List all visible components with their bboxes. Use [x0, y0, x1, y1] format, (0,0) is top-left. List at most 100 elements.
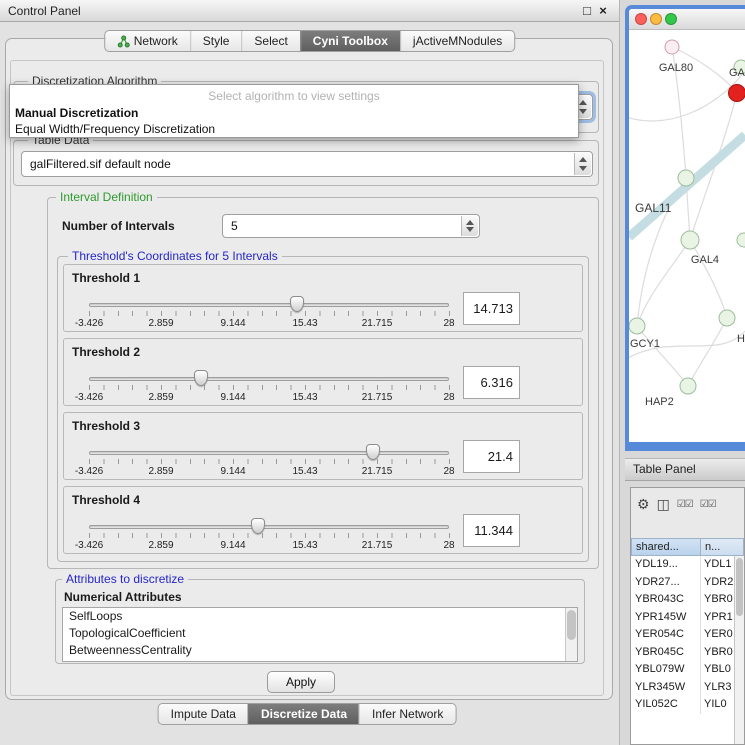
table-row[interactable]: YLR345WYLR3	[631, 679, 744, 697]
threshold-4-panel: Threshold 4 -3.426 2.859 9.144 15.43 21.…	[63, 486, 583, 554]
tab-infer-network[interactable]: Infer Network	[359, 704, 455, 724]
restore-icon[interactable]: □	[579, 3, 595, 18]
tab-jactivemnodules[interactable]: jActiveMNodules	[400, 31, 514, 51]
close-traffic-light-icon[interactable]	[635, 13, 647, 25]
gear-icon[interactable]: ⚙	[637, 495, 650, 513]
table-scrollbar[interactable]	[734, 556, 744, 744]
table-row[interactable]: YBL079WYBL0	[631, 661, 744, 679]
node-gal4[interactable]	[681, 231, 699, 249]
network-window-titlebar[interactable]	[629, 9, 745, 30]
cell[interactable]: YIL052C	[631, 696, 701, 714]
tick-label: -3.426	[75, 318, 103, 329]
tab-discretize-data[interactable]: Discretize Data	[248, 704, 359, 724]
node-gcy1[interactable]	[629, 318, 645, 334]
node-label: HAP2	[645, 396, 674, 408]
combo-stepper[interactable]	[461, 216, 478, 236]
slider-thumb[interactable]	[290, 296, 304, 312]
table-row[interactable]: YDL19...YDL1	[631, 556, 744, 574]
column-header-shared-name[interactable]: shared...	[631, 538, 701, 556]
tab-impute-data[interactable]: Impute Data	[159, 704, 248, 724]
table-row[interactable]: YIL052CYIL0	[631, 696, 744, 714]
cell[interactable]: YBR043C	[631, 591, 701, 609]
list-scrollbar[interactable]	[565, 608, 577, 661]
dropdown-option-equal-width[interactable]: Equal Width/Frequency Discretization	[10, 121, 578, 137]
table-row[interactable]: YDR27...YDR2	[631, 574, 744, 592]
slider-scale: -3.426 2.859 9.144 15.43 21.715 28	[89, 466, 449, 478]
numerical-attributes-list[interactable]: SelfLoops TopologicalCoefficient Between…	[62, 607, 578, 662]
slider-thumb[interactable]	[366, 444, 380, 460]
tab-cyni-toolbox[interactable]: Cyni Toolbox	[300, 31, 400, 51]
list-item[interactable]: SelfLoops	[63, 608, 577, 625]
tab-cyni-toolbox-label: Cyni Toolbox	[313, 31, 388, 51]
table-row[interactable]: YBR043CYBR0	[631, 591, 744, 609]
tick-label: 28	[443, 318, 454, 329]
node-hap2[interactable]	[680, 378, 696, 394]
columns-icon[interactable]: ◫	[657, 495, 670, 513]
minimize-traffic-light-icon[interactable]	[650, 13, 662, 25]
threshold-1-value-field[interactable]: 14.713	[463, 292, 520, 325]
list-item[interactable]: TopologicalCoefficient	[63, 625, 577, 642]
slider-thumb[interactable]	[251, 518, 265, 534]
threshold-3-slider[interactable]: -3.426 2.859 9.144 15.43 21.715 28	[89, 445, 449, 479]
tab-network[interactable]: Network	[105, 31, 190, 51]
network-graph[interactable]: GAL80 GA GAL11 GAL4 GCY1 H HAP2	[629, 31, 745, 442]
tab-discretize-data-label: Discretize Data	[261, 704, 347, 724]
slider-track[interactable]	[89, 377, 449, 381]
cell[interactable]: YBR045C	[631, 644, 701, 662]
tick-label: 9.144	[220, 392, 245, 403]
node-h[interactable]	[719, 310, 735, 326]
tab-style[interactable]: Style	[190, 31, 242, 51]
cell[interactable]: YPR145W	[631, 609, 701, 627]
table-row[interactable]: YBR045CYBR0	[631, 644, 744, 662]
list-item[interactable]: BetweennessCentrality	[63, 642, 577, 659]
combo-stepper[interactable]	[574, 153, 591, 175]
cell[interactable]: YLR345W	[631, 679, 701, 697]
tick-label: 2.859	[148, 318, 173, 329]
threshold-1-slider[interactable]: -3.426 2.859 9.144 15.43 21.715 28	[89, 297, 449, 331]
slider-track[interactable]	[89, 303, 449, 307]
node-label: GAL11	[635, 201, 672, 215]
number-of-intervals-combobox[interactable]: 5	[222, 214, 480, 238]
scrollbar-thumb[interactable]	[567, 610, 576, 640]
tick-label: 9.144	[220, 540, 245, 551]
tick-label: 28	[443, 466, 454, 477]
select-none-checkboxes-icon[interactable]: ☑☑	[700, 499, 716, 510]
selected-red-node[interactable]	[729, 85, 745, 102]
tab-select[interactable]: Select	[241, 31, 299, 51]
threshold-2-slider[interactable]: -3.426 2.859 9.144 15.43 21.715 28	[89, 371, 449, 405]
slider-track[interactable]	[89, 525, 449, 529]
threshold-2-panel: Threshold 2 -3.426 2.859 9.144 15.43 21.…	[63, 338, 583, 406]
slider-thumb[interactable]	[194, 370, 208, 386]
tick-label: 28	[443, 392, 454, 403]
cell[interactable]: YDL19...	[631, 556, 701, 574]
threshold-2-value-field[interactable]: 6.316	[463, 366, 520, 399]
threshold-4-value-field[interactable]: 11.344	[463, 514, 520, 547]
node-gal80[interactable]	[665, 40, 679, 54]
dropdown-option-manual[interactable]: Manual Discretization	[10, 105, 578, 121]
control-panel-titlebar[interactable]: Control Panel □ ×	[0, 0, 619, 22]
table-row[interactable]: YPR145WYPR1	[631, 609, 744, 627]
table-data-combobox[interactable]: galFiltered.sif default node	[21, 151, 593, 177]
threshold-4-slider[interactable]: -3.426 2.859 9.144 15.43 21.715 28	[89, 519, 449, 553]
tab-jactivemnodules-label: jActiveMNodules	[413, 31, 502, 51]
close-icon[interactable]: ×	[595, 3, 611, 18]
node-cut-right-mid[interactable]	[737, 233, 745, 247]
slider-track[interactable]	[89, 451, 449, 455]
table-panel-header[interactable]: Table Panel	[625, 458, 745, 481]
select-all-checkboxes-icon[interactable]: ☑☑	[677, 499, 693, 510]
cell[interactable]: YER054C	[631, 626, 701, 644]
network-view-window[interactable]: GAL80 GA GAL11 GAL4 GCY1 H HAP2	[625, 5, 745, 451]
slider-ticks	[89, 311, 450, 316]
column-header-name[interactable]: n...	[701, 538, 744, 556]
tick-label: 21.715	[362, 466, 393, 477]
cell[interactable]: YBL079W	[631, 661, 701, 679]
dropdown-prompt-item[interactable]: Select algorithm to view settings	[10, 87, 578, 105]
network-canvas[interactable]: GAL80 GA GAL11 GAL4 GCY1 H HAP2	[629, 31, 745, 442]
apply-button[interactable]: Apply	[267, 671, 335, 693]
table-row[interactable]: YER054CYER0	[631, 626, 744, 644]
scrollbar-thumb[interactable]	[736, 558, 743, 616]
cell[interactable]: YDR27...	[631, 574, 701, 592]
node-gal11[interactable]	[678, 170, 694, 186]
threshold-3-value-field[interactable]: 21.4	[463, 440, 520, 473]
zoom-traffic-light-icon[interactable]	[665, 13, 677, 25]
